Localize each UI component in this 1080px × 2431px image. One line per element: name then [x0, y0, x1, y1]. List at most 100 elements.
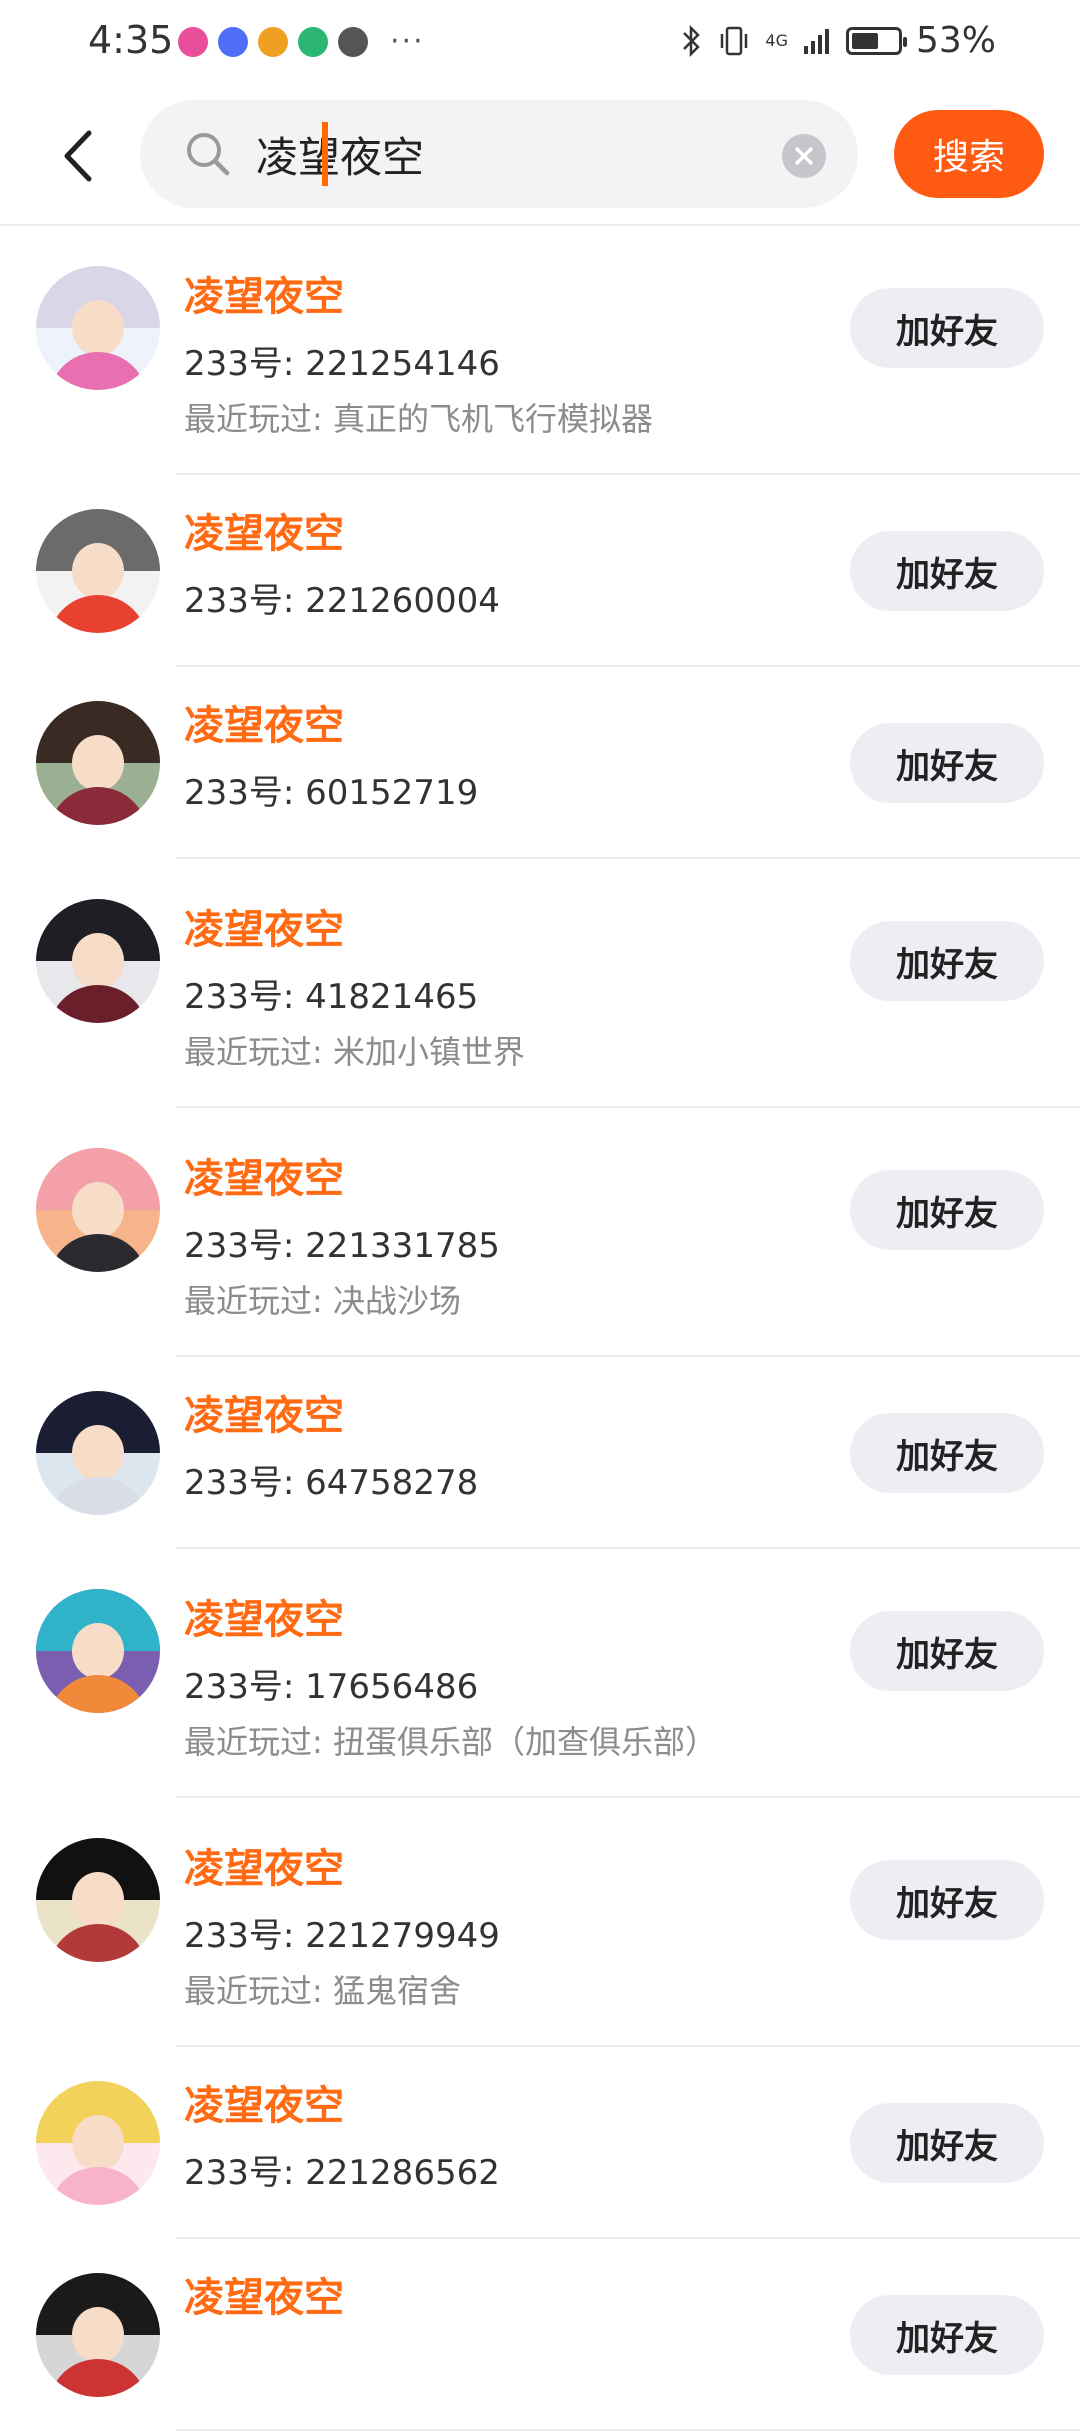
user-result-row[interactable]: 凌望夜空 233号: 221254146 最近玩过: 真正的飞机飞行模拟器 加好…	[0, 226, 1080, 475]
avatar[interactable]	[36, 266, 160, 390]
user-id: 233号: 64758278	[184, 1463, 479, 1503]
avatar-body	[48, 1675, 148, 1713]
user-name: 凌望夜空	[184, 1156, 344, 1202]
user-result-row[interactable]: 凌望夜空 233号: 17656486 最近玩过: 扭蛋俱乐部（加查俱乐部） 加…	[0, 1549, 1080, 1798]
signal-icon	[803, 28, 829, 54]
recently-played: 最近玩过: 决战沙场	[184, 1282, 461, 1320]
avatar[interactable]	[36, 2273, 160, 2397]
avatar[interactable]	[36, 701, 160, 825]
battery-icon	[845, 26, 907, 55]
add-friend-button[interactable]: 加好友	[850, 921, 1044, 1001]
search-icon	[184, 130, 232, 178]
app-notification-icon	[298, 26, 328, 57]
user-result-row[interactable]: 凌望夜空 加好友	[0, 2239, 1080, 2431]
avatar[interactable]	[36, 1391, 160, 1515]
user-name: 凌望夜空	[184, 2083, 344, 2129]
search-button[interactable]: 搜索	[894, 110, 1044, 198]
recently-played: 最近玩过: 真正的飞机飞行模拟器	[184, 400, 653, 438]
user-results-list: 凌望夜空 233号: 221254146 最近玩过: 真正的飞机飞行模拟器 加好…	[0, 226, 1080, 2431]
user-name: 凌望夜空	[184, 511, 344, 557]
avatar[interactable]	[36, 1589, 160, 1713]
user-name: 凌望夜空	[184, 2275, 344, 2321]
user-result-row[interactable]: 凌望夜空 233号: 41821465 最近玩过: 米加小镇世界 加好友	[0, 859, 1080, 1108]
user-id: 233号: 17656486	[184, 1667, 479, 1707]
avatar-face	[72, 933, 124, 989]
avatar-body	[48, 985, 148, 1023]
back-button[interactable]	[48, 120, 108, 192]
bluetooth-icon	[683, 24, 701, 57]
user-name: 凌望夜空	[184, 1597, 344, 1643]
avatar-face	[72, 1623, 124, 1679]
browser-notification-icon	[338, 26, 368, 57]
user-name: 凌望夜空	[184, 703, 344, 749]
user-result-row[interactable]: 凌望夜空 233号: 221286562 加好友	[0, 2047, 1080, 2239]
avatar[interactable]	[36, 2081, 160, 2205]
text-cursor	[322, 122, 328, 186]
add-friend-button[interactable]: 加好友	[850, 1860, 1044, 1940]
user-result-row[interactable]: 凌望夜空 233号: 221260004 加好友	[0, 475, 1080, 667]
user-id: 233号: 221331785	[184, 1226, 500, 1266]
avatar-face	[72, 1425, 124, 1481]
back-arrow-icon	[64, 130, 92, 182]
user-result-row[interactable]: 凌望夜空 233号: 64758278 加好友	[0, 1357, 1080, 1549]
avatar-body	[48, 2359, 148, 2397]
user-result-row[interactable]: 凌望夜空 233号: 60152719 加好友	[0, 667, 1080, 859]
user-id: 233号: 221260004	[184, 581, 500, 621]
recently-played: 最近玩过: 扭蛋俱乐部（加查俱乐部）	[184, 1723, 717, 1761]
user-id: 233号: 41821465	[184, 977, 479, 1017]
add-friend-button[interactable]: 加好友	[850, 2295, 1044, 2375]
status-app-icons: ···	[178, 24, 425, 59]
avatar-face	[72, 300, 124, 356]
avatar-face	[72, 735, 124, 791]
avatar-body	[48, 595, 148, 633]
avatar-body	[48, 787, 148, 825]
search-input[interactable]	[256, 122, 756, 186]
vibrate-icon	[721, 26, 748, 55]
status-time: 4:35	[88, 18, 174, 62]
avatar-body	[48, 1234, 148, 1272]
music-notification-icon	[218, 26, 248, 57]
avatar-body	[48, 1924, 148, 1962]
add-friend-button[interactable]: 加好友	[850, 1170, 1044, 1250]
avatar[interactable]	[36, 1148, 160, 1272]
clear-search-button[interactable]	[782, 134, 826, 178]
search-header: 搜索	[0, 84, 1080, 226]
user-name: 凌望夜空	[184, 274, 344, 320]
user-name: 凌望夜空	[184, 1393, 344, 1439]
recently-played: 最近玩过: 猛鬼宿舍	[184, 1972, 461, 2010]
avatar[interactable]	[36, 1838, 160, 1962]
user-result-row[interactable]: 凌望夜空 233号: 221331785 最近玩过: 决战沙场 加好友	[0, 1108, 1080, 1357]
status-indicators: 4G 53%	[681, 20, 996, 61]
add-friend-button[interactable]: 加好友	[850, 723, 1044, 803]
user-id: 233号: 221286562	[184, 2153, 500, 2193]
avatar-face	[72, 2115, 124, 2171]
add-friend-button[interactable]: 加好友	[850, 1611, 1044, 1691]
close-icon	[795, 147, 813, 165]
avatar-body	[48, 1477, 148, 1515]
user-id: 233号: 60152719	[184, 773, 479, 813]
user-id: 233号: 221254146	[184, 344, 500, 384]
avatar[interactable]	[36, 899, 160, 1023]
avatar[interactable]	[36, 509, 160, 633]
battery-level	[851, 32, 879, 49]
avatar-face	[72, 1182, 124, 1238]
more-notifications-icon: ···	[390, 24, 425, 59]
add-friend-button[interactable]: 加好友	[850, 288, 1044, 368]
battery-percent: 53%	[915, 20, 996, 61]
user-id: 233号: 221279949	[184, 1916, 500, 1956]
add-friend-button[interactable]: 加好友	[850, 531, 1044, 611]
avatar-face	[72, 1872, 124, 1928]
user-result-row[interactable]: 凌望夜空 233号: 221279949 最近玩过: 猛鬼宿舍 加好友	[0, 1798, 1080, 2047]
add-friend-button[interactable]: 加好友	[850, 1413, 1044, 1493]
user-name: 凌望夜空	[184, 907, 344, 953]
avatar-body	[48, 352, 148, 390]
add-friend-button[interactable]: 加好友	[850, 2103, 1044, 2183]
recently-played: 最近玩过: 米加小镇世界	[184, 1033, 525, 1071]
status-bar: 4:35 ··· 4G 53%	[0, 0, 1080, 84]
avatar-face	[72, 2307, 124, 2363]
search-box[interactable]	[140, 100, 858, 208]
user-name: 凌望夜空	[184, 1846, 344, 1892]
avatar-body	[48, 2167, 148, 2205]
app-notification-icon	[258, 26, 288, 57]
app-notification-icon	[178, 26, 208, 57]
